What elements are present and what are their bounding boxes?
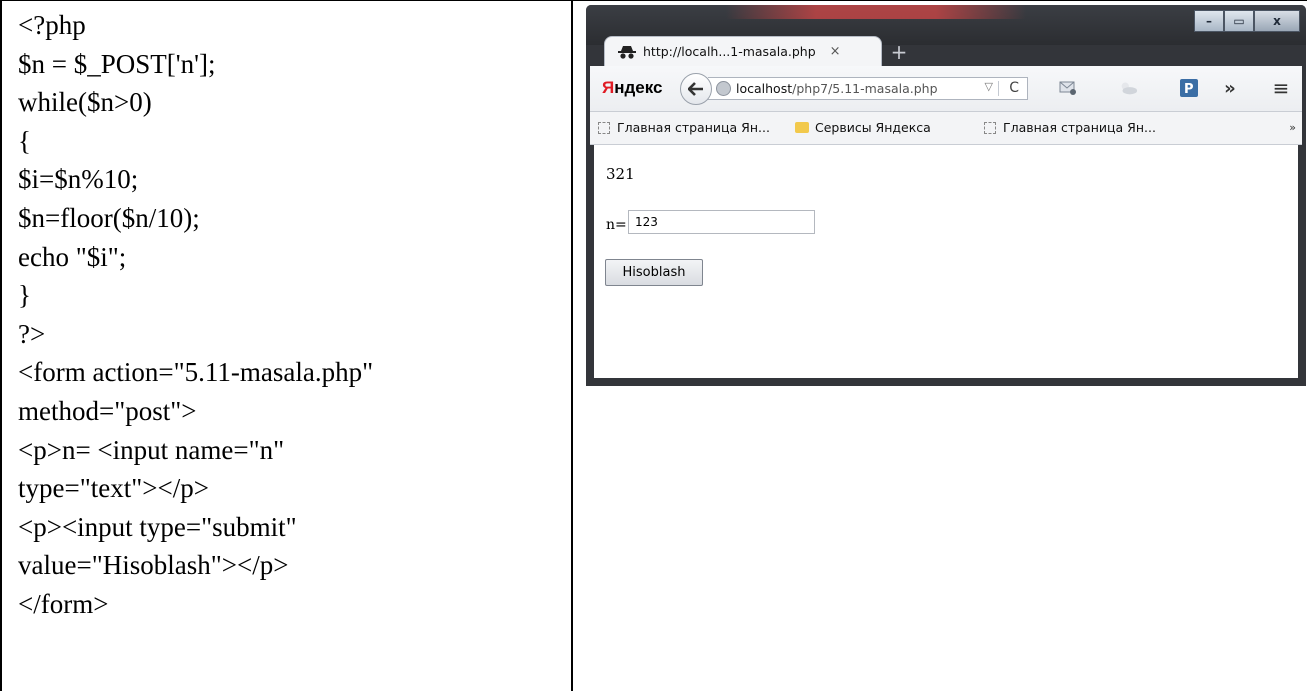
code-line: $n = $_POST['n']; xyxy=(18,48,216,79)
new-tab-button[interactable]: + xyxy=(888,41,910,63)
bookmarks-bar: Главная страница Ян... Сервисы Яндекса Г… xyxy=(590,112,1302,145)
table-column-divider xyxy=(571,0,573,691)
incognito-icon xyxy=(617,44,637,60)
code-line: <form action="5.11-masala.php" xyxy=(18,357,374,388)
code-line: $i=$n%10; xyxy=(18,164,139,195)
page-content: 321 n= 123 Hisoblash xyxy=(594,145,1298,378)
code-line: echo "$i"; xyxy=(18,241,127,272)
code-line: <?php xyxy=(18,10,86,40)
url-text[interactable]: localhost/php7/5.11-masala.php xyxy=(736,81,938,96)
bookmark-label: Сервисы Яндекса xyxy=(815,120,931,135)
browser-tab[interactable]: http://localh...1-masala.php × xyxy=(604,36,882,66)
page-icon xyxy=(598,121,610,134)
maximize-button[interactable]: ▭ xyxy=(1224,10,1254,32)
svg-text:P: P xyxy=(1184,82,1194,97)
weather-icon[interactable] xyxy=(1118,79,1138,97)
code-line: value="Hisoblash"></p> xyxy=(18,550,289,581)
pocket-icon[interactable]: P xyxy=(1179,79,1199,97)
globe-icon xyxy=(716,81,731,96)
reload-icon[interactable]: C xyxy=(1009,80,1019,96)
code-line: while($n>0) xyxy=(18,87,152,118)
folder-icon xyxy=(795,122,809,133)
php-code-listing: <?php $n = $_POST['n']; while($n>0) { $i… xyxy=(18,6,566,624)
code-line: type="text"></p> xyxy=(18,473,209,504)
bookmark-item[interactable]: Главная страница Ян... xyxy=(598,120,770,135)
table-top-border xyxy=(0,0,1307,1)
navigation-toolbar: Яндекс localhost/php7/5.11-masala.php ▽ … xyxy=(590,66,1302,112)
mail-icon[interactable] xyxy=(1058,79,1078,97)
browser-window: – ▭ x http://localh...1-masala.php × + Я… xyxy=(586,5,1306,386)
hisoblash-button[interactable]: Hisoblash xyxy=(605,259,703,286)
tab-title: http://localh...1-masala.php xyxy=(643,44,816,59)
close-window-button[interactable]: x xyxy=(1254,10,1300,32)
back-button[interactable] xyxy=(680,73,712,105)
yandex-logo[interactable]: Яндекс xyxy=(602,78,662,98)
page-icon xyxy=(984,121,996,134)
bookmark-label: Главная страница Ян... xyxy=(1003,120,1156,135)
code-line: </form> xyxy=(18,588,109,619)
overflow-chevron-icon[interactable]: » xyxy=(1220,78,1240,99)
url-separator xyxy=(998,81,999,96)
window-controls: – ▭ x xyxy=(1194,10,1300,32)
code-line: ?> xyxy=(18,318,46,349)
table-left-border xyxy=(0,0,2,691)
bookmark-label: Главная страница Ян... xyxy=(617,120,770,135)
address-bar[interactable]: localhost/php7/5.11-masala.php ▽ C xyxy=(708,77,1028,100)
code-line: <p>n= <input name="n" xyxy=(18,434,285,465)
bookmark-item[interactable]: Главная страница Ян... xyxy=(984,120,1156,135)
n-input[interactable]: 123 xyxy=(628,210,815,234)
output-text: 321 xyxy=(606,165,635,183)
code-line: <p><input type="submit" xyxy=(18,511,297,542)
code-line: } xyxy=(18,280,31,311)
tab-close-icon[interactable]: × xyxy=(830,44,841,59)
minimize-button[interactable]: – xyxy=(1194,10,1224,32)
bookmarks-more-icon[interactable]: » xyxy=(1289,121,1296,134)
titlebar-glow xyxy=(726,5,1026,19)
url-dropdown-icon[interactable]: ▽ xyxy=(985,80,993,93)
n-label: n= xyxy=(606,217,627,233)
code-line: $n=floor($n/10); xyxy=(18,202,200,233)
code-line: method="post"> xyxy=(18,395,197,426)
bookmark-item[interactable]: Сервисы Яндекса xyxy=(795,120,931,135)
hamburger-menu-icon[interactable]: ≡ xyxy=(1271,76,1291,100)
back-arrow-icon xyxy=(688,82,703,96)
code-line: { xyxy=(18,125,31,156)
